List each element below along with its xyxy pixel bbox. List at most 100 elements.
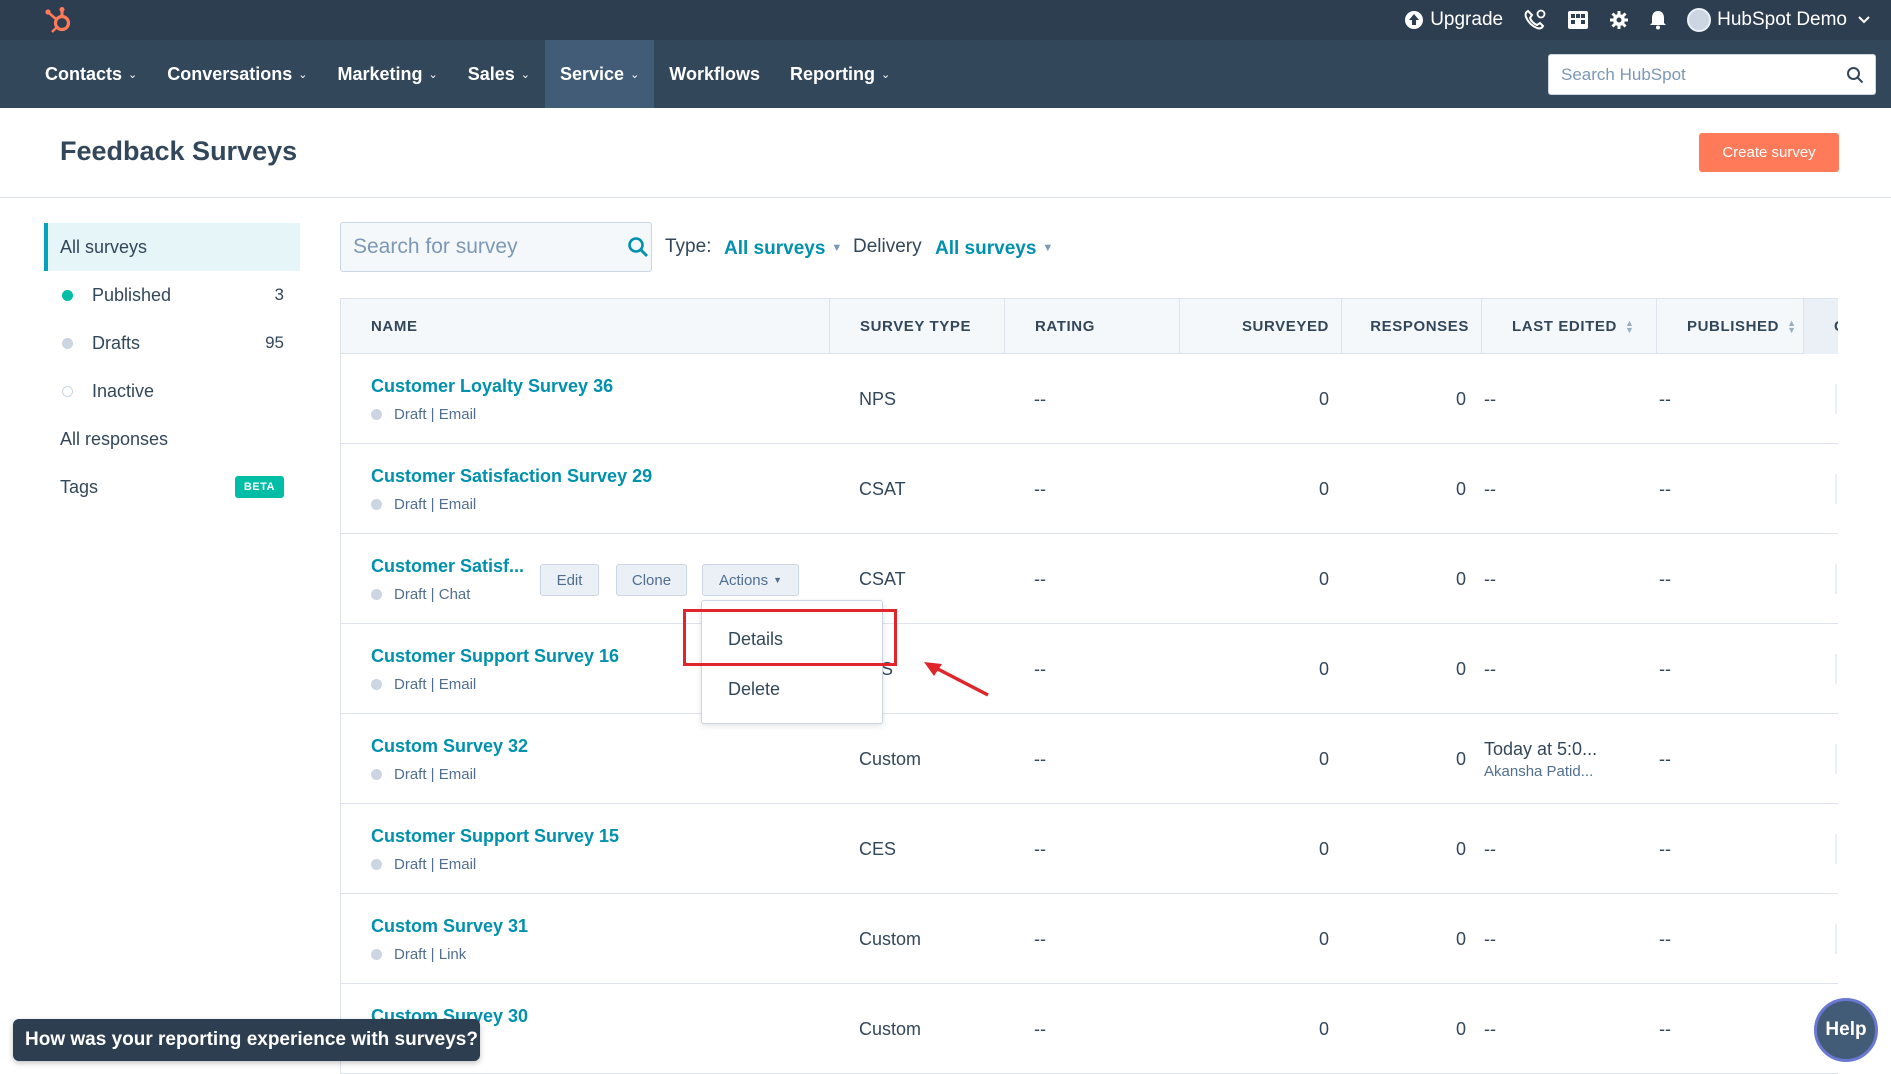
survey-name-link[interactable]: Customer Support Survey 16: [371, 646, 619, 667]
edit-button[interactable]: Edit: [540, 564, 599, 596]
survey-name-link[interactable]: Customer Loyalty Survey 36: [371, 376, 613, 397]
upgrade-button[interactable]: Upgrade: [1404, 9, 1503, 31]
surveyed-cell: 0: [1318, 748, 1329, 769]
column-header-rating[interactable]: RATING: [1004, 299, 1179, 354]
surveyed-cell: 0: [1318, 928, 1329, 949]
feedback-prompt-text: How was your reporting experience with s…: [25, 1029, 478, 1050]
status-dot-icon: [371, 409, 382, 420]
published-cell: --: [1659, 568, 1671, 589]
surveyed-cell: 0: [1318, 1018, 1329, 1039]
calling-icon[interactable]: [1523, 9, 1547, 31]
column-header-survey-type[interactable]: SURVEY TYPE: [829, 299, 1004, 354]
survey-name-link[interactable]: Customer Support Survey 15: [371, 826, 619, 847]
upgrade-label: Upgrade: [1430, 9, 1504, 30]
nav-conversations[interactable]: Conversations ⌄: [152, 40, 322, 108]
sidebar-item-label: Inactive: [92, 380, 155, 401]
menu-item-delete[interactable]: Delete: [728, 679, 780, 700]
sidebar-item-count: 3: [274, 285, 284, 304]
column-header-surveyed[interactable]: SURVEYED: [1179, 299, 1341, 354]
sidebar-item-drafts[interactable]: Drafts 95: [44, 319, 300, 367]
column-edge: [1835, 744, 1837, 774]
column-label: RATING: [1035, 318, 1095, 335]
nav-sales[interactable]: Sales ⌄: [453, 40, 545, 108]
type-filter-value: All surveys: [724, 238, 826, 259]
table-row[interactable]: Custom Survey 32 Draft | Email Custom --…: [341, 714, 1838, 804]
last-edited-cell: --: [1484, 388, 1496, 409]
nav-label: Service: [560, 63, 625, 84]
status-dot-icon: [371, 589, 382, 600]
status-text: Draft | Email: [394, 406, 477, 423]
responses-cell: 0: [1455, 568, 1466, 589]
column-edge: [1835, 654, 1837, 684]
survey-status: Draft | Link: [371, 946, 466, 963]
nav-workflows[interactable]: Workflows: [654, 40, 775, 108]
status-dot-icon: [371, 859, 382, 870]
survey-name-link[interactable]: Custom Survey 32: [371, 736, 528, 757]
caret-down-icon: ▼: [1042, 242, 1054, 254]
search-icon[interactable]: [1835, 66, 1875, 84]
nav-contacts[interactable]: Contacts ⌄: [30, 40, 152, 108]
clone-button[interactable]: Clone: [616, 564, 687, 596]
delivery-filter-dropdown[interactable]: All surveys ▼: [935, 238, 1053, 260]
table-row[interactable]: Customer Support Survey 15 Draft | Email…: [341, 804, 1838, 894]
published-cell: --: [1659, 928, 1671, 949]
account-menu[interactable]: HubSpot Demo: [1687, 8, 1871, 32]
survey-status: Draft | Email: [371, 856, 476, 873]
survey-search-input[interactable]: [341, 223, 624, 271]
sidebar-item-label: Drafts: [92, 332, 141, 353]
survey-type-cell: CES: [859, 838, 897, 859]
nav-marketing[interactable]: Marketing ⌄: [323, 40, 453, 108]
last-edited-by: Akansha Patid...: [1484, 762, 1594, 780]
table-row[interactable]: Custom Survey 30 Custom -- 0 0 -- --: [341, 984, 1838, 1074]
sidebar-item-label: Tags: [60, 476, 99, 497]
delivery-filter-label: Delivery: [853, 236, 922, 257]
marketplace-icon[interactable]: [1567, 10, 1589, 30]
table-row[interactable]: Custom Survey 31 Draft | Link Custom -- …: [341, 894, 1838, 984]
actions-dropdown-button[interactable]: Actions ▼: [702, 564, 799, 596]
upgrade-icon: [1405, 11, 1424, 29]
last-edited-time: Today at 5:0...: [1484, 738, 1598, 759]
search-icon[interactable]: [624, 236, 651, 258]
nav-service[interactable]: Service ⌄: [545, 40, 655, 108]
column-header-responses[interactable]: RESPONSES: [1341, 299, 1481, 354]
sidebar-item-published[interactable]: Published 3: [44, 271, 300, 319]
survey-name-link[interactable]: Custom Survey 31: [371, 916, 528, 937]
published-cell: --: [1659, 478, 1671, 499]
nav-reporting[interactable]: Reporting ⌄: [775, 40, 905, 108]
survey-type-cell: Custom: [859, 1018, 922, 1039]
survey-type-cell: Custom: [859, 748, 922, 769]
survey-name-link[interactable]: Customer Satisf...: [371, 556, 524, 577]
table-row[interactable]: Customer Satisf... Draft | Chat Edit Clo…: [341, 534, 1838, 624]
sidebar-item-count: 95: [265, 333, 284, 352]
rating-cell: --: [1034, 478, 1046, 499]
sidebar-item-all-responses[interactable]: All responses: [44, 415, 300, 463]
table-row[interactable]: Customer Support Survey 16 Draft | Email…: [341, 624, 1838, 714]
global-search-input[interactable]: [1549, 55, 1835, 94]
type-filter-dropdown[interactable]: All surveys ▼: [724, 238, 842, 260]
status-text: Draft | Email: [394, 496, 477, 513]
help-button[interactable]: Help: [1814, 998, 1878, 1062]
survey-name-link[interactable]: Customer Satisfaction Survey 29: [371, 466, 652, 487]
column-header-extra[interactable]: C: [1803, 299, 1838, 354]
table-row[interactable]: Customer Loyalty Survey 36 Draft | Email…: [341, 354, 1838, 444]
sidebar-item-inactive[interactable]: Inactive: [44, 367, 300, 415]
hubspot-logo-icon[interactable]: [44, 6, 76, 34]
settings-gear-icon[interactable]: [1609, 10, 1629, 30]
sidebar-item-all-surveys[interactable]: All surveys: [44, 223, 300, 271]
surveyed-cell: 0: [1318, 838, 1329, 859]
annotation-arrow-icon: [924, 662, 989, 697]
feedback-prompt-banner[interactable]: How was your reporting experience with s…: [13, 1019, 480, 1061]
chevron-down-icon: ⌄: [298, 68, 308, 81]
survey-search: [340, 222, 652, 272]
table-row[interactable]: Customer Satisfaction Survey 29 Draft | …: [341, 444, 1838, 534]
sidebar-item-tags[interactable]: Tags BETA: [44, 463, 300, 511]
responses-cell: 0: [1455, 658, 1466, 679]
notifications-bell-icon[interactable]: [1649, 10, 1667, 30]
create-survey-button[interactable]: Create survey: [1699, 133, 1839, 172]
nav-label: Reporting: [789, 63, 875, 84]
survey-type-cell: Custom: [859, 928, 922, 949]
column-header-last-edited[interactable]: LAST EDITED ▲ ▼: [1481, 299, 1656, 354]
column-header-name[interactable]: NAME: [341, 299, 829, 354]
survey-type-cell: CSAT: [859, 478, 906, 499]
surveyed-cell: 0: [1318, 478, 1329, 499]
